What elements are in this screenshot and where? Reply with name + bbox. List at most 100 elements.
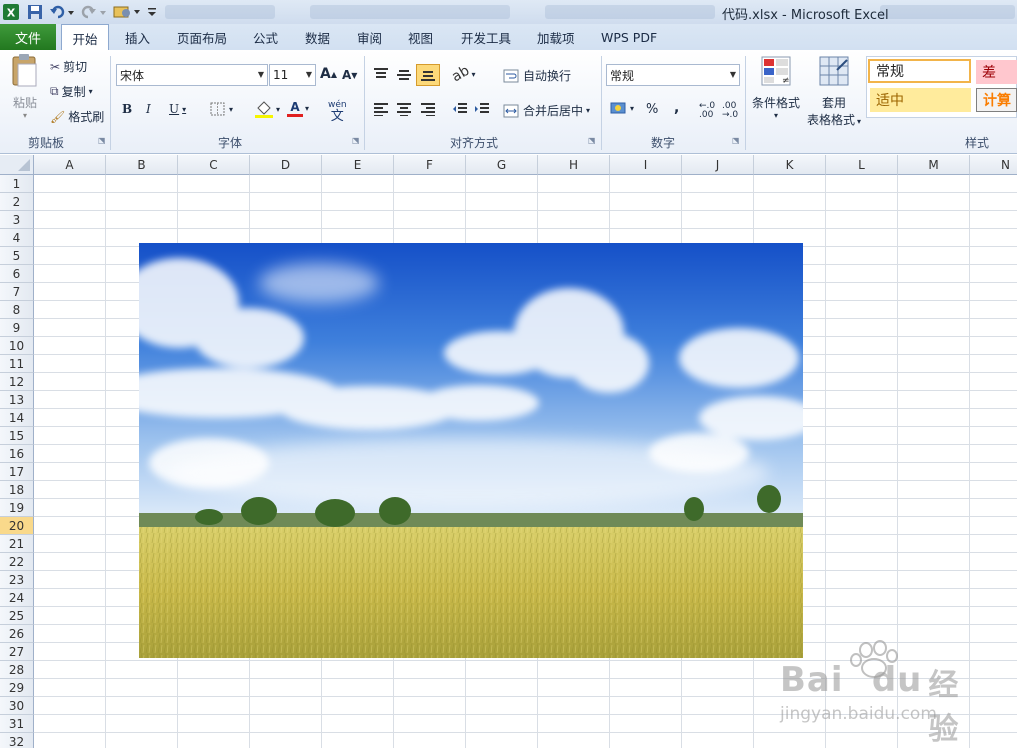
row-header[interactable]: 23	[0, 571, 34, 589]
increase-indent-button[interactable]	[474, 102, 490, 116]
row-header[interactable]: 9	[0, 319, 34, 337]
tab-page-layout[interactable]: 页面布局	[177, 24, 227, 50]
align-right-button[interactable]	[420, 102, 436, 116]
row-header[interactable]: 27	[0, 643, 34, 661]
format-as-table-button[interactable]: 套用 表格格式 ▾	[804, 56, 864, 128]
column-header[interactable]: D	[250, 155, 322, 175]
row-header[interactable]: 29	[0, 679, 34, 697]
row-header[interactable]: 19	[0, 499, 34, 517]
column-header[interactable]: I	[610, 155, 682, 175]
italic-button[interactable]: I	[146, 102, 151, 116]
column-header[interactable]: L	[826, 155, 898, 175]
column-header[interactable]: G	[466, 155, 538, 175]
underline-button[interactable]: U ▾	[169, 102, 186, 116]
border-button[interactable]: ▾	[210, 102, 233, 116]
row-header[interactable]: 4	[0, 229, 34, 247]
align-top-button[interactable]	[373, 67, 389, 81]
cut-button[interactable]: ✂ 剪切	[50, 58, 87, 75]
select-all-button[interactable]	[0, 155, 34, 175]
merge-center-button[interactable]: 合并后居中 ▾	[503, 102, 590, 119]
customize-tools-icon[interactable]	[112, 3, 144, 21]
font-name-select[interactable]: 宋体 ▼	[116, 64, 268, 86]
align-middle-button[interactable]	[396, 67, 412, 81]
row-header[interactable]: 24	[0, 589, 34, 607]
row-header[interactable]: 26	[0, 625, 34, 643]
column-header[interactable]: E	[322, 155, 394, 175]
row-header[interactable]: 25	[0, 607, 34, 625]
phonetic-button[interactable]: wén 文	[328, 100, 347, 123]
row-header[interactable]: 17	[0, 463, 34, 481]
percent-button[interactable]: %	[646, 102, 658, 117]
comma-button[interactable]: ,	[674, 100, 679, 116]
tab-view[interactable]: 视图	[408, 24, 433, 50]
number-format-select[interactable]: 常规 ▼	[606, 64, 740, 86]
row-header[interactable]: 11	[0, 355, 34, 373]
row-header[interactable]: 3	[0, 211, 34, 229]
orientation-button[interactable]: ab ▾	[449, 63, 475, 86]
row-header[interactable]: 20	[0, 517, 34, 535]
column-header[interactable]: F	[394, 155, 466, 175]
column-header[interactable]: J	[682, 155, 754, 175]
font-launcher-icon[interactable]: ⬔	[352, 136, 360, 145]
row-header[interactable]: 6	[0, 265, 34, 283]
redo-icon[interactable]	[80, 3, 108, 21]
column-header[interactable]: A	[34, 155, 106, 175]
row-header[interactable]: 13	[0, 391, 34, 409]
column-header[interactable]: H	[538, 155, 610, 175]
column-header[interactable]: C	[178, 155, 250, 175]
row-header[interactable]: 2	[0, 193, 34, 211]
column-header[interactable]: B	[106, 155, 178, 175]
column-header[interactable]: K	[754, 155, 826, 175]
font-size-select[interactable]: 11 ▼	[269, 64, 316, 86]
row-header[interactable]: 14	[0, 409, 34, 427]
landscape-picture[interactable]	[139, 243, 803, 658]
row-header[interactable]: 15	[0, 427, 34, 445]
tab-addins[interactable]: 加载项	[537, 24, 575, 50]
format-painter-button[interactable]: 🖌 格式刷	[50, 108, 104, 125]
tab-wps-pdf[interactable]: WPS PDF	[601, 24, 657, 50]
style-calculation[interactable]: 计算	[976, 88, 1017, 112]
fill-color-button[interactable]: ▾	[254, 100, 280, 118]
shrink-font-button[interactable]: A ▼	[342, 68, 357, 82]
style-neutral[interactable]: 适中	[870, 88, 971, 112]
style-bad[interactable]: 差	[976, 60, 1017, 84]
row-header[interactable]: 12	[0, 373, 34, 391]
clipboard-launcher-icon[interactable]: ⬔	[98, 136, 106, 145]
save-icon[interactable]	[26, 3, 44, 21]
grow-font-button[interactable]: A ▲	[320, 66, 337, 82]
number-launcher-icon[interactable]: ⬔	[732, 136, 740, 145]
excel-icon[interactable]: X	[2, 3, 20, 21]
row-header[interactable]: 5	[0, 247, 34, 265]
row-header[interactable]: 1	[0, 175, 34, 193]
row-header[interactable]: 21	[0, 535, 34, 553]
row-header[interactable]: 31	[0, 715, 34, 733]
align-bottom-button[interactable]	[416, 64, 440, 86]
copy-button[interactable]: ⧉ 复制 ▾	[50, 83, 93, 100]
conditional-format-button[interactable]: ≠ 条件格式 ▾	[750, 56, 802, 120]
row-header[interactable]: 18	[0, 481, 34, 499]
decrease-indent-button[interactable]	[452, 102, 468, 116]
row-header[interactable]: 16	[0, 445, 34, 463]
increase-decimal-button[interactable]: ←.0.00	[699, 102, 715, 120]
accounting-format-button[interactable]: ▾	[610, 100, 634, 116]
tab-home[interactable]: 开始	[61, 24, 109, 51]
row-header[interactable]: 28	[0, 661, 34, 679]
tab-insert[interactable]: 插入	[125, 24, 150, 50]
undo-icon[interactable]	[48, 3, 76, 21]
font-color-button[interactable]: A ▾	[287, 100, 309, 117]
style-normal[interactable]: 常规	[868, 59, 971, 83]
wrap-text-button[interactable]: 自动换行	[503, 67, 571, 84]
row-header[interactable]: 30	[0, 697, 34, 715]
bold-button[interactable]: B	[122, 102, 132, 116]
alignment-launcher-icon[interactable]: ⬔	[588, 136, 596, 145]
qat-dropdown-icon[interactable]	[146, 3, 158, 21]
row-header[interactable]: 22	[0, 553, 34, 571]
column-header[interactable]: N	[970, 155, 1017, 175]
decrease-decimal-button[interactable]: .00 →.0	[722, 102, 738, 120]
paste-button[interactable]: 粘贴 ▾	[6, 54, 44, 126]
row-header[interactable]: 8	[0, 301, 34, 319]
tab-file[interactable]: 文件	[0, 24, 56, 50]
tab-data[interactable]: 数据	[305, 24, 330, 50]
tab-formulas[interactable]: 公式	[253, 24, 278, 50]
row-header[interactable]: 10	[0, 337, 34, 355]
